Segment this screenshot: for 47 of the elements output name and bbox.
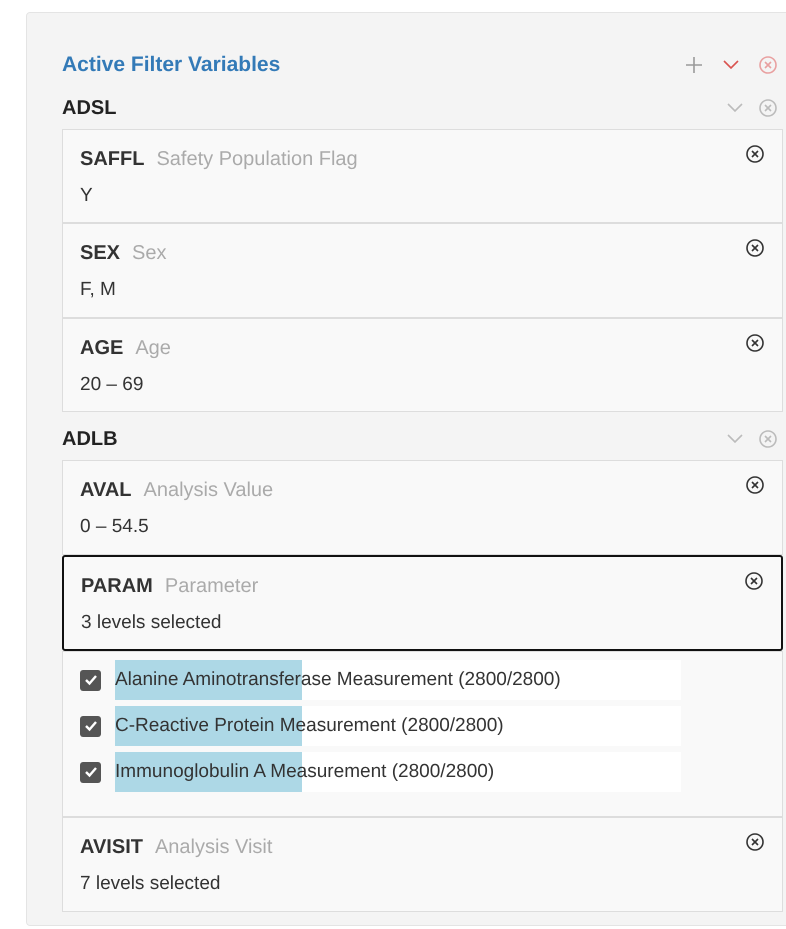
close-icon[interactable] (745, 144, 765, 164)
check-icon (84, 673, 98, 687)
filter-card[interactable]: AVISIT Analysis Visit 7 levels selected (62, 817, 783, 912)
filter-code: AVAL (80, 478, 132, 503)
option-label: Immunoglobulin A Measurement (2800/2800) (115, 760, 494, 784)
filter-code: SEX (80, 241, 120, 266)
filter-card[interactable]: AVAL Analysis Value 0 – 54.5 (62, 460, 783, 554)
filter-value: 20 – 69 (80, 372, 144, 396)
dataset-name: ADSL (62, 96, 116, 120)
checkbox[interactable] (80, 716, 101, 736)
option-row[interactable]: Immunoglobulin A Measurement (2800/2800) (115, 752, 681, 792)
option-row[interactable]: Alanine Aminotransferase Measurement (2800/2800) (115, 660, 681, 700)
checkbox[interactable] (80, 670, 101, 690)
filter-card[interactable]: SEX Sex F, M (62, 223, 783, 318)
option-label: Alanine Aminotransferase Measurement (2800/2800) (115, 668, 561, 692)
filter-label: Parameter (164, 574, 258, 598)
filter-card[interactable]: PARAM Parameter 3 levels selected (62, 554, 783, 651)
check-icon (84, 719, 98, 733)
option-label: C-Reactive Protein Measurement (2800/2800) (115, 714, 504, 738)
close-icon[interactable] (745, 332, 765, 352)
filter-code: AVISIT (80, 835, 143, 860)
dataset-name: ADLB (62, 427, 118, 452)
filter-value: 3 levels selected (81, 610, 222, 634)
filter-label: Analysis Visit (154, 835, 272, 860)
filter-value: Y (80, 184, 94, 208)
plus-icon[interactable] (684, 54, 704, 75)
close-icon[interactable] (745, 475, 765, 495)
check-icon (84, 765, 98, 779)
checkbox[interactable] (80, 762, 101, 782)
filter-label: Safety Population Flag (156, 146, 358, 172)
filter-value: F, M (80, 278, 117, 302)
filter-value: 7 levels selected (80, 872, 222, 896)
panel-title: Active Filter Variables (62, 52, 280, 78)
filter-value: 0 – 54.5 (80, 515, 150, 539)
close-icon[interactable] (745, 832, 765, 852)
filter-label: Sex (132, 241, 166, 266)
filter-code: AGE (80, 336, 124, 360)
chevron-down-icon[interactable] (722, 58, 740, 71)
filter-label: Analysis Value (143, 478, 274, 503)
filter-card[interactable]: SAFFL Safety Population Flag Y (62, 128, 783, 223)
close-icon[interactable] (745, 238, 765, 258)
option-row[interactable]: C-Reactive Protein Measurement (2800/2800) (115, 706, 681, 746)
filter-label: Age (135, 336, 171, 360)
filter-code: SAFFL (80, 146, 144, 172)
filter-code: PARAM (81, 574, 153, 598)
close-icon[interactable] (744, 570, 764, 590)
filter-card[interactable]: AGE Age 20 – 69 (62, 318, 783, 412)
